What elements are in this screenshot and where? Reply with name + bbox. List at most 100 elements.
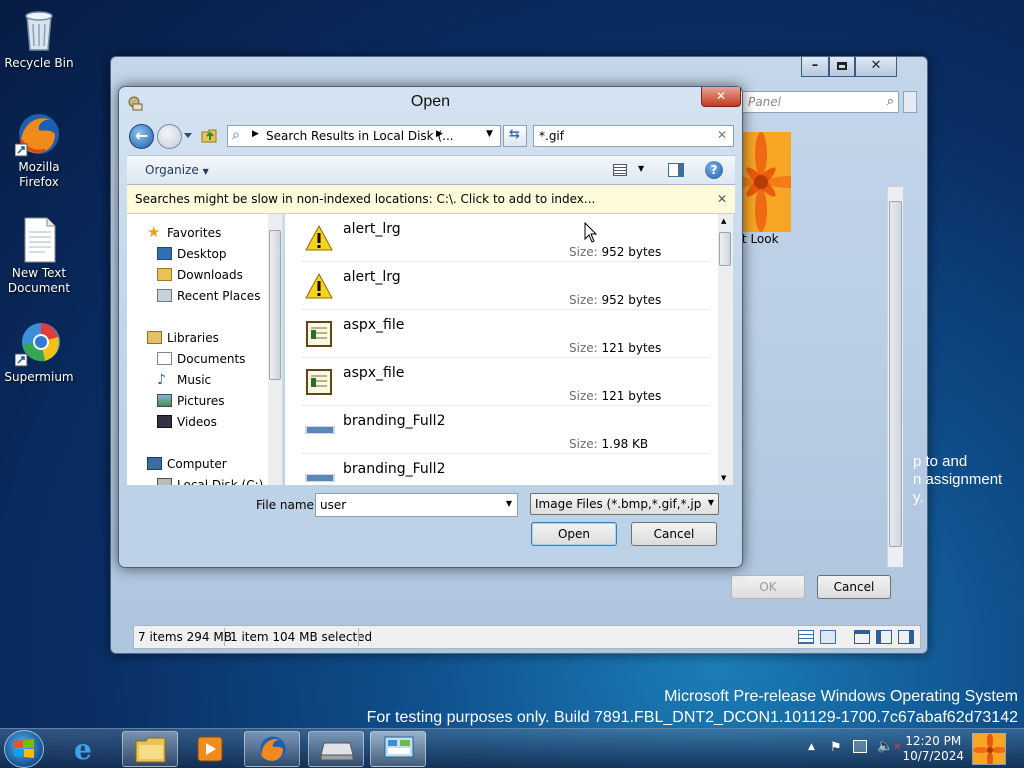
action-center-flag-icon[interactable]: ⚑ xyxy=(830,740,842,755)
taskbar-firefox[interactable] xyxy=(244,731,300,767)
refresh-button[interactable]: ⇆ xyxy=(503,125,527,147)
layout-icon-2[interactable] xyxy=(876,630,892,644)
start-button[interactable] xyxy=(4,730,44,768)
search-options-button[interactable] xyxy=(903,91,917,113)
breadcrumb-separator-icon: ▶ xyxy=(436,129,443,139)
file-item[interactable]: aspx_file Size: 121 bytes xyxy=(301,310,709,358)
file-type-value: Image Files (*.bmp,*.gif,*.jpg,*.j xyxy=(535,497,701,511)
nav-scrollbar[interactable] xyxy=(268,214,282,485)
file-item[interactable]: branding_Full2 xyxy=(301,454,709,485)
file-item[interactable]: aspx_file Size: 121 bytes xyxy=(301,358,709,406)
desktop-icon-firefox[interactable]: Mozilla Firefox xyxy=(2,110,76,190)
open-dialog: Open ✕ ← ⌕ ▶ Search Results in Local Dis… xyxy=(118,86,743,568)
volume-muted-icon[interactable]: 🔈✕ xyxy=(877,739,902,754)
dismiss-icon[interactable]: ✕ xyxy=(717,185,727,213)
clear-search-icon[interactable]: ✕ xyxy=(717,128,727,142)
file-item[interactable]: branding_Full2 Size: 1.98 KB xyxy=(301,406,709,454)
bg-cancel-button[interactable]: Cancel xyxy=(817,575,891,599)
desktop-icon-new-text-document[interactable]: New Text Document xyxy=(2,216,76,296)
address-dropdown-icon[interactable]: ▼ xyxy=(486,129,493,139)
search-field[interactable]: *.gif ✕ xyxy=(533,125,734,147)
documents-icon xyxy=(157,352,172,365)
internet-explorer-icon: e xyxy=(74,733,92,766)
taskbar-internet-explorer[interactable]: e xyxy=(60,731,116,767)
scroll-down-icon[interactable]: ▼ xyxy=(721,474,726,482)
build-watermark: Microsoft Pre-release Windows Operating … xyxy=(367,686,1018,728)
pictures-icon xyxy=(157,394,172,407)
file-size: Size: 952 bytes xyxy=(569,245,662,259)
videos-icon xyxy=(157,415,172,428)
desktop-icon-recycle-bin[interactable]: Recycle Bin xyxy=(2,6,76,71)
layout-icon-1[interactable] xyxy=(854,630,870,644)
maximize-button[interactable] xyxy=(829,57,855,77)
taskbar-disk-tool[interactable] xyxy=(308,731,364,767)
file-name: branding_Full2 xyxy=(343,461,446,477)
view-chevron-icon[interactable]: ▼ xyxy=(638,164,644,173)
search-placeholder: Panel xyxy=(748,95,781,109)
control-panel-icon xyxy=(384,736,414,758)
network-icon[interactable] xyxy=(853,740,867,753)
address-bar[interactable]: ⌕ ▶ Search Results in Local Disk (... ▶ … xyxy=(227,125,501,147)
index-info-bar[interactable]: Searches might be slow in non-indexed lo… xyxy=(127,185,735,214)
file-item[interactable]: alert_lrg Size: 952 bytes xyxy=(301,214,709,262)
file-list-scrollbar[interactable]: ▲ ▼ xyxy=(718,214,733,485)
status-items: 7 items 294 MB xyxy=(138,630,232,644)
preview-pane-icon[interactable] xyxy=(668,163,684,177)
taskbar: e ▲ ⚑ 🔈✕ 12:20 PM 10/7/2024 xyxy=(0,728,1024,768)
back-arrow-icon: ← xyxy=(135,126,149,145)
file-type-select[interactable]: Image Files (*.bmp,*.gif,*.jpg,*.j ▼ xyxy=(530,493,719,515)
side-text-line: y. xyxy=(913,489,924,506)
file-name: alert_lrg xyxy=(343,269,401,285)
folder-icon xyxy=(135,737,166,763)
file-name: alert_lrg xyxy=(343,221,401,237)
recent-pages-chevron-icon[interactable] xyxy=(184,133,192,138)
dialog-close-button[interactable]: ✕ xyxy=(701,87,741,107)
status-bar: 7 items 294 MB 1 item 104 MB selected xyxy=(133,625,921,649)
supermium-icon xyxy=(14,320,63,368)
view-options-icon[interactable] xyxy=(613,164,627,176)
cancel-button[interactable]: Cancel xyxy=(631,522,717,546)
show-desktop-preview[interactable] xyxy=(972,733,1006,765)
scroll-up-icon[interactable]: ▲ xyxy=(721,217,726,225)
star-icon: ★ xyxy=(147,223,161,241)
mouse-cursor xyxy=(584,221,598,244)
close-button[interactable]: ✕ xyxy=(855,57,897,77)
system-clock[interactable]: 12:20 PM 10/7/2024 xyxy=(902,734,964,764)
bg-ok-button[interactable]: OK xyxy=(731,575,805,599)
file-item[interactable]: alert_lrg Size: 952 bytes xyxy=(301,262,709,310)
layout-icon-3[interactable] xyxy=(898,630,914,644)
side-text: p to and n assignment y. xyxy=(913,453,1023,507)
show-hidden-icons[interactable]: ▲ xyxy=(808,742,815,752)
text-document-icon xyxy=(15,216,63,264)
taskbar-media-player[interactable] xyxy=(182,731,238,767)
desktop-icon-label: Supermium xyxy=(4,370,74,384)
file-type-dropdown-icon: ▼ xyxy=(707,498,714,507)
file-list: alert_lrg Size: 952 bytes alert_lrg Size… xyxy=(285,214,733,485)
filename-dropdown-icon[interactable]: ▼ xyxy=(506,499,512,508)
search-box[interactable]: Panel ⌕ xyxy=(741,91,899,113)
back-button[interactable]: ← xyxy=(129,124,154,149)
up-folder-icon[interactable] xyxy=(201,127,219,143)
address-path: Search Results in Local Disk (... xyxy=(266,129,454,143)
firefox-icon xyxy=(260,736,286,762)
media-player-icon xyxy=(197,736,223,762)
downloads-folder-icon xyxy=(157,268,172,281)
organize-menu[interactable]: Organize ▼ xyxy=(145,163,209,177)
desktop-icon-supermium[interactable]: Supermium xyxy=(2,320,76,385)
clock-date: 10/7/2024 xyxy=(902,749,964,763)
open-button[interactable]: Open xyxy=(531,522,617,546)
right-scrollbar[interactable] xyxy=(887,187,903,567)
desktop-icon-label: Mozilla Firefox xyxy=(18,160,60,189)
music-icon: ♪ xyxy=(157,372,166,388)
thumbnail-view-icon[interactable] xyxy=(820,630,836,644)
details-view-icon[interactable] xyxy=(798,630,814,644)
filename-input[interactable]: user ▼ xyxy=(315,493,518,517)
help-icon[interactable]: ? xyxy=(705,161,723,179)
forward-button[interactable] xyxy=(157,124,182,149)
filename-value: user xyxy=(320,498,347,512)
taskbar-explorer[interactable] xyxy=(122,731,178,767)
taskbar-control-panel[interactable] xyxy=(370,731,426,767)
watermark-line: For testing purposes only. Build 7891.FB… xyxy=(366,709,1018,726)
minimize-button[interactable]: – xyxy=(801,57,829,77)
image-file-icon xyxy=(305,464,335,485)
